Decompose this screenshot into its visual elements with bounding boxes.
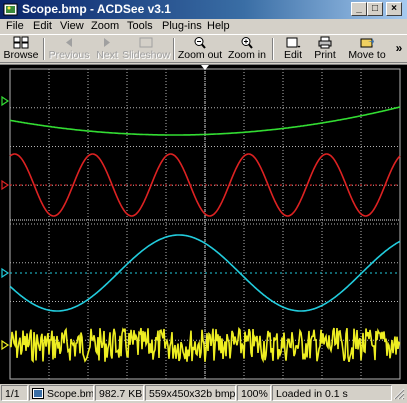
toolbar-separator: [272, 38, 274, 60]
slideshow-label: Slideshow: [122, 49, 170, 61]
menu-view[interactable]: View: [60, 19, 84, 34]
status-zoom: 100%: [237, 385, 271, 401]
menu-tools[interactable]: Tools: [127, 19, 153, 34]
edit-icon: [286, 37, 301, 48]
image-file-icon: [32, 388, 44, 399]
status-filename: Scope.bmp: [47, 388, 94, 400]
status-load-time: Loaded in 0.1 s: [272, 385, 392, 401]
resize-grip[interactable]: [393, 388, 405, 400]
slideshow-button[interactable]: Slideshow: [122, 36, 170, 62]
maximize-button[interactable]: □: [367, 2, 383, 16]
next-label: Next: [96, 49, 118, 61]
title-bar[interactable]: Scope.bmp - ACDSee v3.1 _ □ ×: [0, 0, 407, 19]
previous-label: Previous: [48, 49, 90, 61]
print-button[interactable]: Print: [310, 36, 340, 62]
browse-icon: [13, 36, 29, 49]
move-to-icon: [360, 38, 374, 48]
window-title: Scope.bmp - ACDSee v3.1: [22, 2, 171, 16]
status-filename-cell: Scope.bmp: [29, 385, 94, 401]
menu-file[interactable]: File: [6, 19, 24, 34]
previous-button[interactable]: Previous: [47, 36, 91, 62]
toolbar-separator: [43, 38, 45, 60]
toolbar: Browse Previous Next Slideshow Zoom out: [0, 34, 407, 63]
menu-bar: File Edit View Zoom Tools Plug-ins Help: [0, 19, 407, 34]
zoom-in-label: Zoom in: [228, 49, 266, 61]
image-viewer[interactable]: [0, 64, 407, 384]
status-filesize: 982.7 KB: [95, 385, 144, 401]
browse-label: Browse: [3, 49, 39, 61]
menu-plugins[interactable]: Plug-ins: [162, 19, 202, 34]
zoom-out-button[interactable]: Zoom out: [177, 36, 223, 62]
arrow-left-icon: [66, 38, 72, 47]
print-label: Print: [314, 49, 336, 61]
slideshow-icon: [139, 37, 153, 48]
app-icon: [3, 3, 18, 16]
edit-label: Edit: [283, 49, 303, 61]
acdsee-window: Scope.bmp - ACDSee v3.1 _ □ × File Edit …: [0, 0, 407, 402]
status-bar: 1/1 Scope.bmp 982.7 KB 559x450x32b bmp 1…: [0, 384, 407, 402]
status-dimensions: 559x450x32b bmp: [145, 385, 236, 401]
zoom-in-button[interactable]: Zoom in: [225, 36, 269, 62]
toolbar-separator: [173, 38, 175, 60]
status-index: 1/1: [1, 385, 28, 401]
menu-help[interactable]: Help: [207, 19, 230, 34]
zoom-in-icon: [241, 37, 253, 49]
menu-edit[interactable]: Edit: [33, 19, 52, 34]
toolbar-overflow-chevron[interactable]: »: [393, 36, 405, 62]
move-to-label: Move to: [348, 49, 386, 61]
browse-button[interactable]: Browse: [3, 36, 39, 62]
zoom-out-icon: [194, 37, 206, 49]
next-button[interactable]: Next: [93, 36, 121, 62]
arrow-right-icon: [104, 38, 110, 47]
zoom-out-label: Zoom out: [177, 49, 223, 61]
move-to-button[interactable]: Move to: [343, 36, 391, 62]
oscilloscope-image: [0, 65, 407, 384]
minimize-button[interactable]: _: [351, 2, 367, 16]
edit-button[interactable]: Edit: [276, 36, 310, 62]
printer-icon: [318, 36, 332, 49]
menu-zoom[interactable]: Zoom: [91, 19, 119, 34]
close-button[interactable]: ×: [386, 2, 402, 16]
